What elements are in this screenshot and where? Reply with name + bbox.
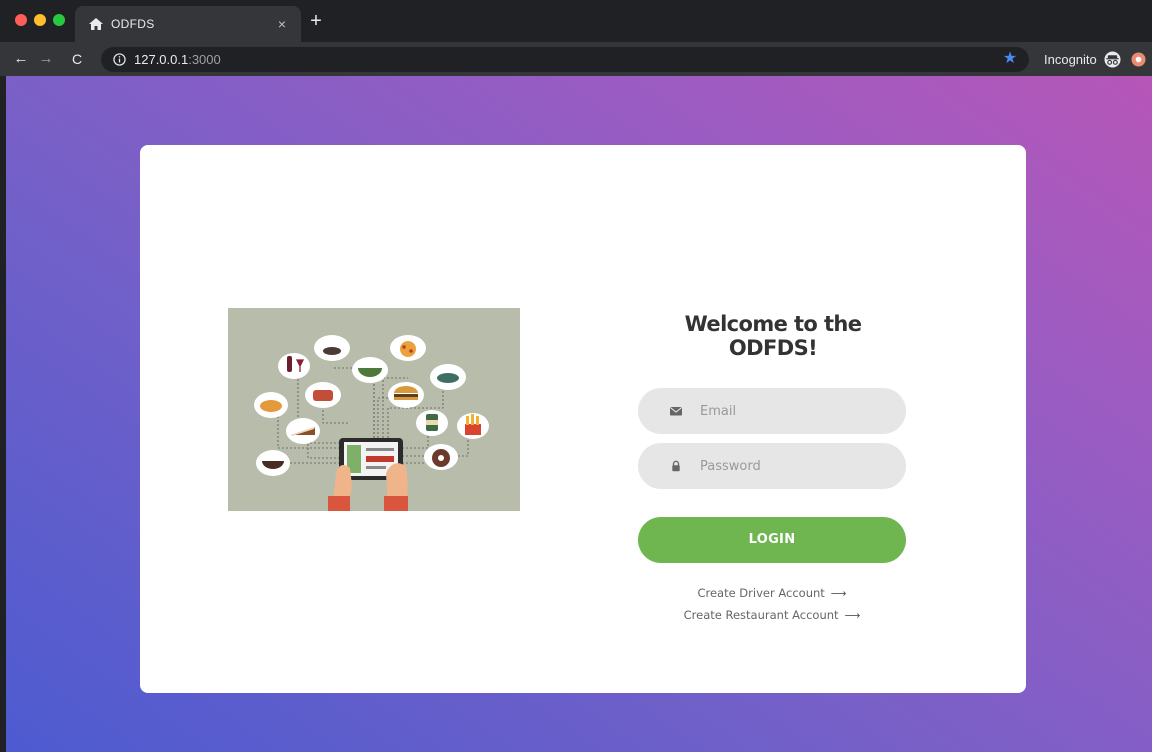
welcome-title: Welcome to the ODFDS! [684,312,862,360]
incognito-label: Incognito [1044,52,1097,67]
window-zoom-button[interactable] [53,14,65,26]
extension-icon[interactable] [1131,52,1146,67]
create-driver-account-label: Create Driver Account [697,586,825,600]
login-card: Welcome to the ODFDS! LOGIN Create Drive… [140,145,1026,693]
incognito-icon[interactable] [1104,51,1121,68]
envelope-icon [669,407,683,416]
reload-button[interactable]: C [67,49,87,69]
create-restaurant-account-label: Create Restaurant Account [683,608,839,622]
email-input[interactable] [700,388,890,434]
password-input[interactable] [700,443,890,489]
star-icon[interactable]: ★ [1001,50,1019,68]
arrow-right-icon: ⟶ [844,609,861,622]
new-tab-button[interactable]: + [306,11,326,32]
url-text: 127.0.0.1:3000 [134,52,221,67]
food-delivery-illustration [228,308,520,511]
create-restaurant-account-link[interactable]: Create Restaurant Account ⟶ [638,608,906,622]
window-close-button[interactable] [15,14,27,26]
window-minimize-button[interactable] [34,14,46,26]
info-icon [113,53,126,66]
create-driver-account-link[interactable]: Create Driver Account ⟶ [638,586,906,600]
address-bar[interactable]: 127.0.0.1:3000 [101,47,1029,72]
browser-tab-bar: ODFDS × + [0,0,1152,42]
email-field-container[interactable] [638,388,906,434]
browser-tab[interactable]: ODFDS × [75,6,301,42]
home-icon [89,18,103,30]
back-button[interactable]: ← [11,49,31,69]
browser-toolbar: ← → C 127.0.0.1:3000 [0,42,1152,76]
url-port: :3000 [188,52,221,67]
login-button[interactable]: LOGIN [638,517,906,563]
lock-icon [672,460,680,472]
url-host: 127.0.0.1 [134,52,189,67]
tab-title: ODFDS [111,17,155,31]
arrow-right-icon: ⟶ [830,587,847,600]
password-field-container[interactable] [638,443,906,489]
forward-button[interactable]: → [36,49,56,69]
tab-close-icon[interactable]: × [273,15,291,33]
